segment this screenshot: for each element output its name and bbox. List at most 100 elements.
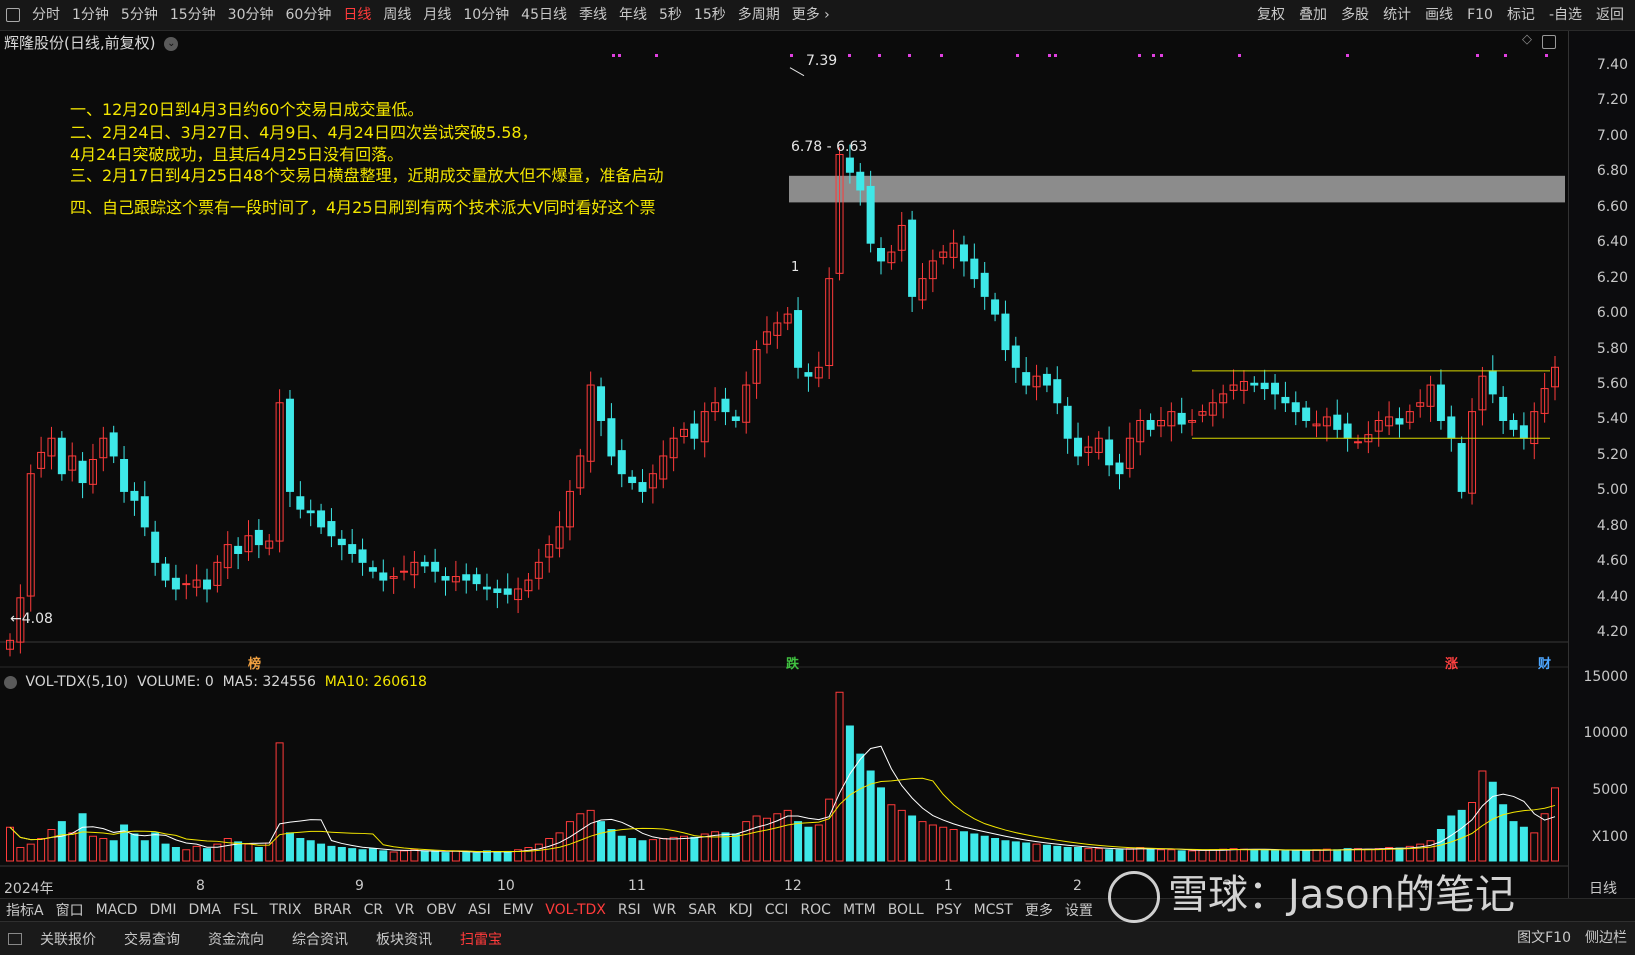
volume-bar-62 <box>648 839 657 862</box>
indicator-tab-2[interactable]: MACD <box>90 902 144 918</box>
marker-die[interactable]: 跌 <box>786 653 799 672</box>
indicator-tab-6[interactable]: TRIX <box>263 902 307 918</box>
toolbar-menu-item-7[interactable]: -自选 <box>1542 0 1589 30</box>
period-tab-16[interactable]: 更多 › <box>786 0 836 30</box>
ma10-line <box>9 777 1556 853</box>
toolbar-menu-item-8[interactable]: 返回 <box>1589 0 1631 30</box>
price-tick-11: 5.20 <box>1596 446 1628 463</box>
indicator-tab-21[interactable]: BOLL <box>882 902 930 918</box>
candle-body-48 <box>503 588 512 595</box>
candle-body-70 <box>731 416 740 421</box>
indicator-tab-8[interactable]: CR <box>358 902 390 918</box>
diamond-icon[interactable]: ◇ <box>1522 32 1532 47</box>
candle-body-144 <box>1499 396 1508 421</box>
toolbar-menu-item-2[interactable]: 多股 <box>1334 0 1376 30</box>
candle-body-66 <box>690 423 699 439</box>
toolbar-menu-item-5[interactable]: F10 <box>1460 0 1500 30</box>
layout-icon[interactable] <box>8 932 22 945</box>
period-tab-14[interactable]: 15秒 <box>688 0 732 30</box>
toolbar-menu-item-6[interactable]: 标记 <box>1500 0 1542 30</box>
volume-bar-42 <box>441 852 450 862</box>
indicator-tab-24[interactable]: 更多 <box>1019 900 1059 920</box>
volume-bar-123 <box>1281 850 1290 862</box>
indicator-tab-18[interactable]: CCI <box>759 902 795 918</box>
candle-body-58 <box>607 418 616 457</box>
period-tab-13[interactable]: 5秒 <box>653 0 688 30</box>
indicator-tab-5[interactable]: FSL <box>227 902 264 918</box>
period-tab-9[interactable]: 10分钟 <box>457 0 515 30</box>
candle-body-140 <box>1457 443 1466 492</box>
volume-bar-78 <box>814 824 823 862</box>
indicator-tab-7[interactable]: BRAR <box>307 902 357 918</box>
indicator-tab-20[interactable]: MTM <box>837 902 882 918</box>
indicator-tab-9[interactable]: VR <box>389 902 420 918</box>
indicator-tab-22[interactable]: PSY <box>930 902 968 918</box>
marker-bang[interactable]: 榜 <box>248 653 261 672</box>
period-tab-7[interactable]: 周线 <box>377 0 417 30</box>
period-tab-0[interactable]: 分时 <box>26 0 66 30</box>
indicator-tab-25[interactable]: 设置 <box>1059 900 1099 920</box>
indicator-tab-23[interactable]: MCST <box>968 902 1019 918</box>
period-tab-8[interactable]: 月线 <box>417 0 457 30</box>
indicator-tab-19[interactable]: ROC <box>794 902 837 918</box>
indicator-tab-11[interactable]: ASI <box>462 902 497 918</box>
volume-bar-129 <box>1343 848 1352 862</box>
date-label-0: 2024年 <box>4 881 54 897</box>
period-tab-11[interactable]: 季线 <box>573 0 613 30</box>
period-tab-2[interactable]: 5分钟 <box>115 0 164 30</box>
period-tab-5[interactable]: 60分钟 <box>280 0 338 30</box>
indicator-tab-14[interactable]: RSI <box>612 902 647 918</box>
period-tab-1[interactable]: 1分钟 <box>66 0 115 30</box>
bottom-tab-3[interactable]: 综合资讯 <box>278 929 362 949</box>
volume-bar-64 <box>669 836 678 862</box>
indicator-tab-15[interactable]: WR <box>647 902 683 918</box>
bottom-tab-0[interactable]: 关联报价 <box>26 929 110 949</box>
toolbar-menu-item-4[interactable]: 画线 <box>1418 0 1460 30</box>
volume-bar-80 <box>835 691 844 862</box>
window-icon[interactable] <box>6 8 20 22</box>
bottom-tab-4[interactable]: 板块资讯 <box>362 929 446 949</box>
indicator-tab-1[interactable]: 窗口 <box>50 900 90 920</box>
marker-cai-text: 财 <box>1538 657 1552 672</box>
candle-body-96 <box>1001 313 1010 351</box>
period-toolbar: 分时 1分钟 5分钟 15分钟 30分钟 60分钟 日线 周线 月线 10分钟 45日线 季线 年线 5秒… <box>0 0 1635 31</box>
indicator-tab-17[interactable]: KDJ <box>723 902 759 918</box>
period-tab-4[interactable]: 30分钟 <box>222 0 280 30</box>
price-tick-2: 7.00 <box>1596 127 1628 144</box>
period-tab-12[interactable]: 年线 <box>613 0 653 30</box>
period-tab-3[interactable]: 15分钟 <box>164 0 222 30</box>
period-tab-6[interactable]: 日线 <box>337 0 377 30</box>
collapse-circle-icon[interactable] <box>4 675 17 689</box>
period-tab-10[interactable]: 45日线 <box>515 0 573 30</box>
signal-dot-13 <box>1160 54 1163 57</box>
panel-toggle-icon[interactable] <box>1542 35 1556 49</box>
indicator-tab-13[interactable]: VOL-TDX <box>539 902 612 918</box>
volume-bar-58 <box>607 829 616 862</box>
volume-bar-8 <box>88 835 97 862</box>
indicator-tab-10[interactable]: OBV <box>420 902 462 918</box>
indicator-tab-12[interactable]: EMV <box>497 902 540 918</box>
marker-zhang[interactable]: 涨 <box>1445 653 1458 672</box>
toolbar-menu-item-1[interactable]: 叠加 <box>1292 0 1334 30</box>
indicator-tab-16[interactable]: SAR <box>682 902 722 918</box>
volume-bar-63 <box>659 838 668 862</box>
candle-body-146 <box>1519 425 1528 439</box>
candle-body-129 <box>1343 423 1352 439</box>
bottom-right-item-1[interactable]: 侧边栏 <box>1585 922 1627 955</box>
dropdown-circle-icon[interactable]: ⌄ <box>164 36 179 51</box>
bottom-tab-2[interactable]: 资金流向 <box>194 929 278 949</box>
volume-bar-65 <box>679 835 688 862</box>
date-label-5: 12 <box>784 878 802 894</box>
indicator-tab-4[interactable]: DMA <box>183 902 227 918</box>
volume-bar-45 <box>472 852 481 862</box>
toolbar-menu-item-3[interactable]: 统计 <box>1376 0 1418 30</box>
period-tab-15[interactable]: 多周期 <box>732 0 786 30</box>
marker-cai[interactable]: 财 <box>1538 653 1551 672</box>
bottom-tab-5[interactable]: 扫雷宝 <box>446 929 516 949</box>
bottom-right-item-0[interactable]: 图文F10 <box>1517 922 1571 955</box>
toolbar-menu-item-0[interactable]: 复权 <box>1250 0 1292 30</box>
indicator-tab-0[interactable]: 指标A <box>0 900 50 920</box>
candle-body-113 <box>1177 412 1186 425</box>
bottom-tab-1[interactable]: 交易查询 <box>110 929 194 949</box>
indicator-tab-3[interactable]: DMI <box>144 902 183 918</box>
